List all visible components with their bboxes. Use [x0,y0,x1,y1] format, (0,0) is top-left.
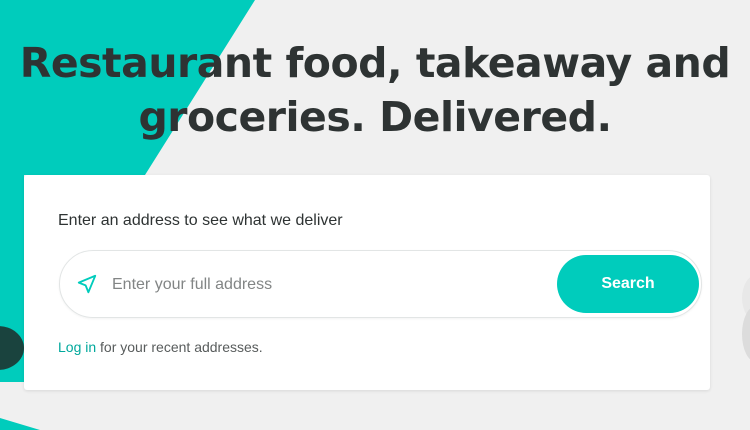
address-prompt-label: Enter an address to see what we deliver [58,212,343,229]
login-prompt: Log in for your recent addresses. [58,339,263,355]
headline-line-1: Restaurant food, takeaway and [19,39,731,87]
search-button[interactable]: Search [557,255,699,313]
login-prompt-text: for your recent addresses. [96,339,263,355]
address-search-bar: Search [59,250,702,318]
address-input[interactable] [110,269,534,301]
headline-line-2: groceries. Delivered. [138,93,612,141]
food-image-edge [742,277,750,360]
address-card: Enter an address to see what we deliver … [24,175,710,390]
navigation-arrow-icon[interactable] [76,273,98,295]
teal-bottom-shape [0,418,40,430]
login-link[interactable]: Log in [58,339,96,355]
page-headline: Restaurant food, takeaway and groceries.… [0,36,750,144]
